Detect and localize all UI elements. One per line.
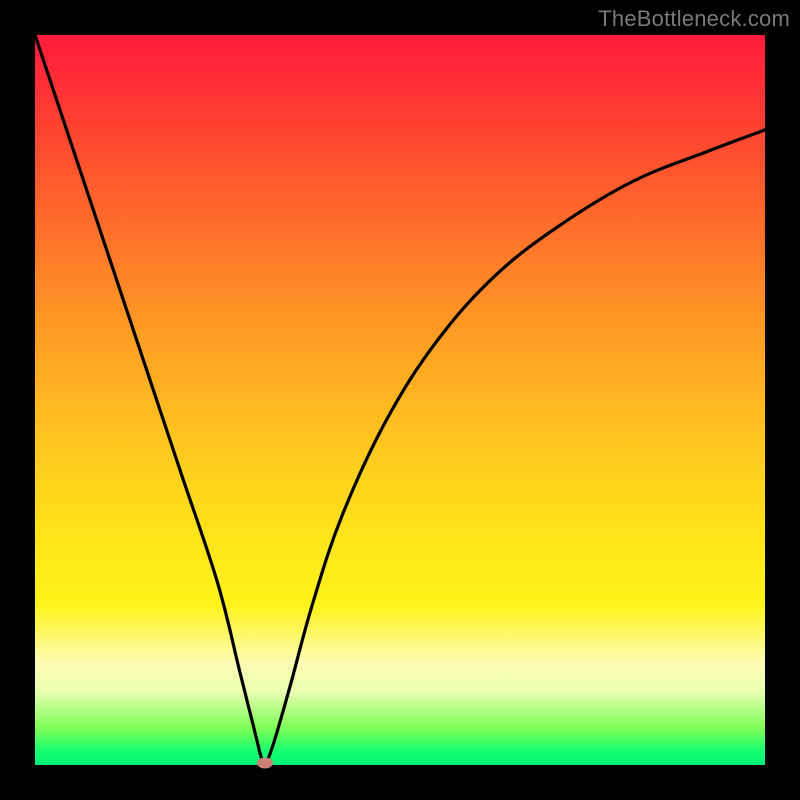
minimum-marker (257, 758, 273, 769)
chart-frame: TheBottleneck.com (0, 0, 800, 800)
bottleneck-curve (35, 35, 765, 765)
watermark-label: TheBottleneck.com (598, 6, 790, 32)
plot-area (35, 35, 765, 765)
